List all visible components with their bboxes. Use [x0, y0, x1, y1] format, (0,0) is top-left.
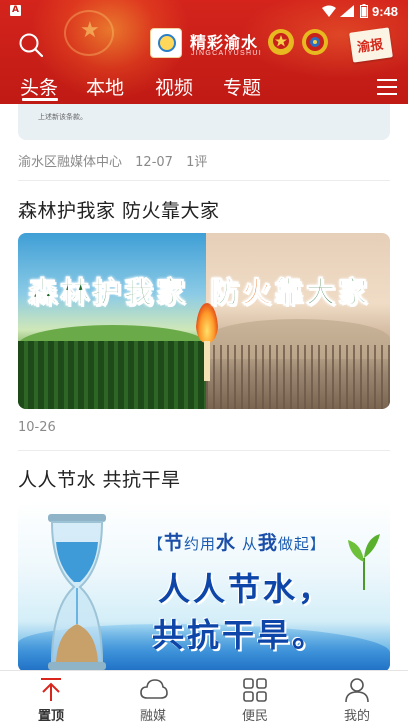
- wifi-icon: [322, 5, 336, 17]
- app-logo-icon: [150, 28, 182, 58]
- nav-item-services[interactable]: 便民: [215, 671, 295, 724]
- image-burnt-trees: [206, 345, 390, 409]
- banner-part: 【: [148, 535, 165, 553]
- hourglass-icon: [48, 514, 106, 670]
- slogan-part: 防: [209, 275, 243, 310]
- cppcc-emblem-icon: [302, 29, 328, 55]
- active-tab-indicator: [22, 98, 58, 101]
- slogan-fire-char: 火: [242, 275, 275, 310]
- image-banner: 【节约用水 从我做起】: [148, 528, 326, 555]
- signal-icon: [340, 5, 354, 17]
- article-date: 12-07: [135, 155, 173, 170]
- article-source: 渝水区融媒体中心: [18, 155, 123, 170]
- banner-part: 做起】: [277, 535, 326, 553]
- image-slogan-line1: 人人节水，: [158, 570, 334, 608]
- nav-item-profile[interactable]: 我的: [317, 671, 397, 724]
- national-emblem-icon: [268, 29, 294, 55]
- article-image-forest-fire[interactable]: 森林护我家 防火靠大家: [18, 233, 390, 409]
- sprout-icon: [348, 534, 380, 590]
- divider: [18, 450, 390, 451]
- nav-item-media[interactable]: 融媒: [113, 671, 193, 724]
- grid-icon: [243, 678, 267, 702]
- channel-tabs: 头条 本地 视频 专题: [0, 70, 408, 104]
- image-slogan-right: 防火靠大家: [209, 269, 371, 311]
- previous-article-meta: 渝水区融媒体中心 12-07 1评: [18, 151, 216, 170]
- tab-video[interactable]: 视频: [155, 73, 193, 101]
- cloud-icon: [140, 679, 168, 699]
- previous-article-image[interactable]: 上述新该条款。: [18, 104, 390, 140]
- tab-headlines[interactable]: 头条: [20, 73, 58, 101]
- article-date: 10-26: [18, 420, 56, 435]
- article-comment-count: 1评: [186, 155, 208, 170]
- nav-label: 融媒: [139, 709, 166, 724]
- nav-label: 置顶: [37, 709, 64, 724]
- match-stick: [204, 341, 210, 381]
- image-green-trees: [18, 341, 206, 409]
- bottom-navigation: 置顶 融媒 便民 我的: [0, 670, 408, 724]
- image-slogan-line2: 共抗干旱。: [152, 616, 328, 654]
- article-image-water-saving[interactable]: 【节约用水 从我做起】 人人节水， 共抗干旱。: [18, 502, 390, 670]
- notification-icon: A: [10, 5, 21, 16]
- status-bar: A 9:48: [0, 0, 408, 24]
- banner-part: 从: [236, 535, 258, 553]
- image-slogan-left: 森林护我家: [27, 275, 189, 310]
- banner-part: 水: [216, 532, 237, 554]
- status-time: 9:48: [372, 4, 399, 19]
- nav-item-top[interactable]: 置顶: [11, 671, 91, 724]
- nav-label: 便民: [241, 709, 268, 724]
- app-header: ★ A 9:48 精彩渝水 JINGCAIYUSHUI 渝报 头条 本地 视频 …: [0, 0, 408, 104]
- arrow-up-icon: [41, 678, 61, 701]
- tab-topics[interactable]: 专题: [223, 73, 261, 101]
- menu-icon[interactable]: [377, 78, 397, 96]
- banner-part: 约用: [184, 535, 217, 553]
- article-title[interactable]: 森林护我家 防火靠大家: [18, 196, 220, 223]
- stamp-text: 渝报: [356, 37, 385, 56]
- nav-label: 我的: [343, 709, 370, 724]
- slogan-part: 靠大家: [274, 275, 371, 310]
- banner-part: 节: [164, 532, 185, 554]
- news-feed[interactable]: 上述新该条款。 渝水区融媒体中心 12-07 1评 森林护我家 防火靠大家 森林…: [0, 104, 408, 670]
- battery-icon: [360, 4, 368, 18]
- app-logo-subtitle: JINGCAIYUSHUI: [191, 50, 262, 57]
- divider: [18, 180, 390, 181]
- tab-local[interactable]: 本地: [86, 73, 124, 101]
- previous-article-image-caption: 上述新该条款。: [38, 113, 87, 121]
- banner-part: 我: [257, 532, 278, 554]
- user-icon: [345, 678, 369, 703]
- article-title[interactable]: 人人节水 共抗干旱: [18, 465, 181, 492]
- newspaper-stamp-icon[interactable]: 渝报: [349, 27, 393, 63]
- search-icon[interactable]: [18, 32, 44, 58]
- article-meta: 10-26: [18, 420, 65, 435]
